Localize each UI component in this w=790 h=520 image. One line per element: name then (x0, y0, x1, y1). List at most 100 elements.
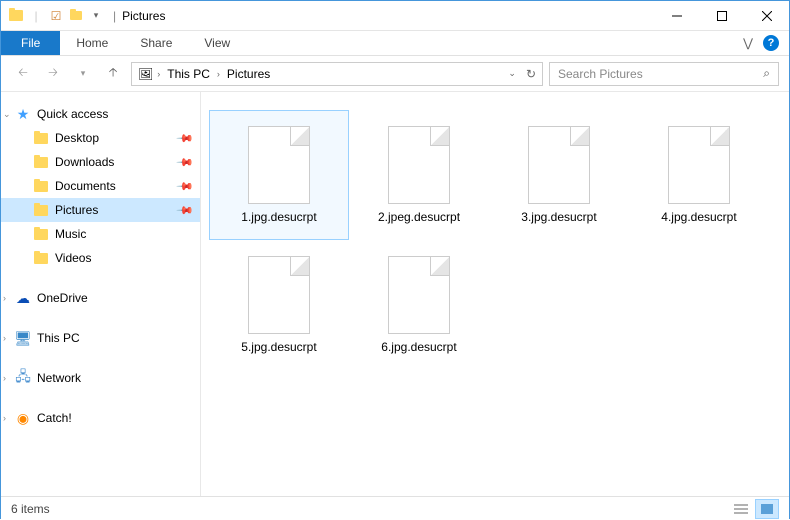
network-icon: 🖧 (15, 370, 31, 386)
file-pane[interactable]: 1.jpg.desucrpt 2.jpeg.desucrpt 3.jpg.desuc… (201, 92, 789, 496)
search-placeholder: Search Pictures (558, 67, 763, 81)
star-icon: ★ (15, 106, 31, 122)
sidebar-quick-access[interactable]: ⌄ ★ Quick access (1, 102, 200, 126)
chevron-right-icon[interactable]: › (3, 333, 6, 343)
chevron-right-icon[interactable]: › (3, 373, 6, 383)
folder-icon (33, 250, 49, 266)
sidebar-item-pictures[interactable]: Pictures 📌 (1, 198, 200, 222)
folder-icon (33, 178, 49, 194)
file-icon (248, 256, 310, 334)
folder-icon (33, 130, 49, 146)
file-item[interactable]: 4.jpg.desucrpt (629, 110, 769, 240)
qat-separator: | (27, 7, 45, 25)
new-folder-icon[interactable] (67, 7, 85, 25)
folder-icon (33, 226, 49, 242)
file-label: 1.jpg.desucrpt (241, 210, 316, 224)
back-button[interactable]: 🡠 (11, 62, 35, 86)
cloud-icon: ☁ (15, 290, 31, 306)
sidebar-item-label: This PC (37, 331, 80, 345)
titlebar: | ☑ ▾ | Pictures (1, 1, 789, 31)
window-title: Pictures (122, 9, 165, 23)
search-icon[interactable]: ⌕ (763, 66, 770, 81)
navbar: 🡠 🡢 ▾ 🡡 🖼 › This PC › Pictures ⌄ ↻ Searc… (1, 56, 789, 92)
sidebar: ⌄ ★ Quick access Desktop📌Downloads📌Docum… (1, 92, 201, 496)
chevron-right-icon[interactable]: › (157, 69, 160, 79)
tab-share[interactable]: Share (124, 31, 188, 55)
monitor-icon: 🖥 (15, 330, 31, 346)
sidebar-item-catch-[interactable]: ›◉Catch! (1, 406, 200, 430)
ribbon-expand-icon[interactable]: ⋁ (743, 36, 753, 50)
search-input[interactable]: Search Pictures ⌕ (549, 62, 779, 86)
folder-icon (33, 202, 49, 218)
pin-icon: 📌 (176, 201, 195, 220)
sidebar-item-documents[interactable]: Documents 📌 (1, 174, 200, 198)
forward-button[interactable]: 🡢 (41, 62, 65, 86)
up-button[interactable]: 🡡 (101, 62, 125, 86)
sidebar-item-label: Downloads (55, 155, 114, 169)
sidebar-item-label: Documents (55, 179, 116, 193)
sidebar-item-network[interactable]: › 🖧 Network (1, 366, 200, 390)
pictures-bc-icon: 🖼 (138, 67, 153, 81)
body: ⌄ ★ Quick access Desktop📌Downloads📌Docum… (1, 92, 789, 496)
tab-view[interactable]: View (188, 31, 246, 55)
tab-home[interactable]: Home (60, 31, 124, 55)
sidebar-item-label: Network (37, 371, 81, 385)
sidebar-item-desktop[interactable]: Desktop 📌 (1, 126, 200, 150)
file-item[interactable]: 2.jpeg.desucrpt (349, 110, 489, 240)
breadcrumb-item[interactable]: Pictures (224, 67, 273, 81)
chevron-down-icon[interactable]: ⌄ (3, 109, 11, 120)
file-item[interactable]: 1.jpg.desucrpt (209, 110, 349, 240)
sidebar-item-label: Music (55, 227, 86, 241)
file-label: 3.jpg.desucrpt (521, 210, 596, 224)
sidebar-item-label: Desktop (55, 131, 99, 145)
sidebar-item-onedrive[interactable]: ›☁OneDrive (1, 286, 200, 310)
sidebar-item-label: Videos (55, 251, 91, 265)
breadcrumb[interactable]: 🖼 › This PC › Pictures ⌄ ↻ (131, 62, 543, 86)
chevron-right-icon[interactable]: › (217, 69, 220, 79)
close-button[interactable] (744, 1, 789, 31)
file-tab[interactable]: File (1, 31, 60, 55)
file-item[interactable]: 5.jpg.desucrpt (209, 240, 349, 370)
refresh-icon[interactable]: ↻ (526, 67, 536, 81)
file-icon (528, 126, 590, 204)
sidebar-item-videos[interactable]: Videos (1, 246, 200, 270)
file-icon (388, 256, 450, 334)
file-label: 2.jpeg.desucrpt (378, 210, 460, 224)
file-icon (248, 126, 310, 204)
pin-icon: 📌 (176, 177, 195, 196)
quick-access-toolbar: | ☑ ▾ (1, 7, 111, 25)
catch-icon: ◉ (15, 410, 31, 426)
pin-icon: 📌 (176, 153, 195, 172)
sidebar-label: Quick access (37, 107, 108, 121)
title-separator: | (113, 9, 116, 23)
icons-view-button[interactable] (755, 499, 779, 519)
file-item[interactable]: 6.jpg.desucrpt (349, 240, 489, 370)
file-icon (388, 126, 450, 204)
file-icon (668, 126, 730, 204)
file-label: 4.jpg.desucrpt (661, 210, 736, 224)
sidebar-item-music[interactable]: Music (1, 222, 200, 246)
sidebar-item-this-pc[interactable]: › 🖥 This PC (1, 326, 200, 350)
properties-icon[interactable]: ☑ (47, 7, 65, 25)
maximize-button[interactable] (699, 1, 744, 31)
recent-dropdown-icon[interactable]: ▾ (71, 62, 95, 86)
chevron-right-icon[interactable]: › (3, 293, 6, 303)
details-view-button[interactable] (729, 499, 753, 519)
qat-dropdown-icon[interactable]: ▾ (87, 7, 105, 25)
pin-icon: 📌 (176, 129, 195, 148)
folder-icon (33, 154, 49, 170)
quick-access-group: ⌄ ★ Quick access Desktop📌Downloads📌Docum… (1, 102, 200, 270)
file-label: 5.jpg.desucrpt (241, 340, 316, 354)
ribbon: File Home Share View ⋁ ? (1, 31, 789, 56)
file-item[interactable]: 3.jpg.desucrpt (489, 110, 629, 240)
status-count: 6 items (11, 502, 50, 516)
sidebar-item-downloads[interactable]: Downloads 📌 (1, 150, 200, 174)
chevron-right-icon[interactable]: › (3, 413, 6, 423)
breadcrumb-dropdown-icon[interactable]: ⌄ (508, 68, 516, 79)
help-icon[interactable]: ? (763, 35, 779, 51)
breadcrumb-item[interactable]: This PC (164, 67, 213, 81)
sidebar-item-label: Pictures (55, 203, 98, 217)
minimize-button[interactable] (654, 1, 699, 31)
statusbar: 6 items (1, 496, 789, 520)
window-controls (654, 1, 789, 31)
